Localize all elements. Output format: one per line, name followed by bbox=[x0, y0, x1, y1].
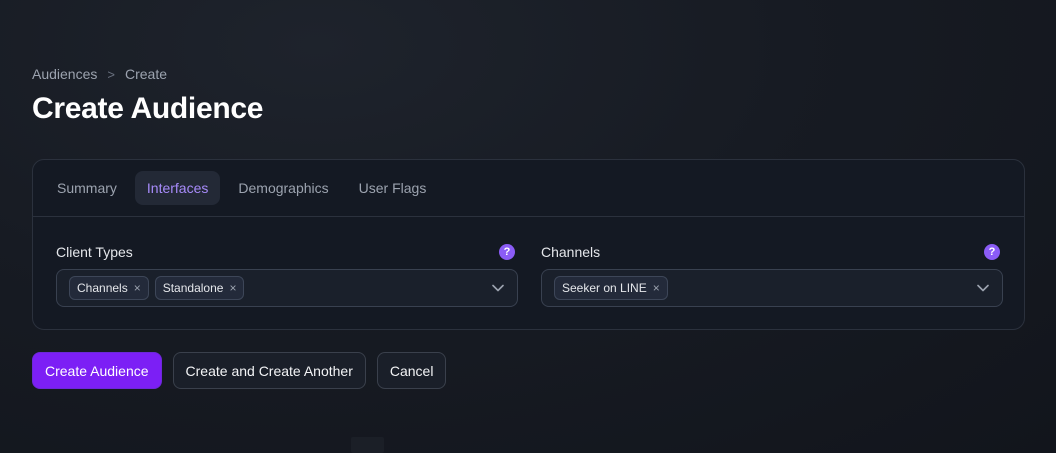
client-types-field: Client Types ? Channels × Standalone × bbox=[56, 244, 518, 307]
tab-user-flags[interactable]: User Flags bbox=[347, 171, 439, 205]
page-title: Create Audience bbox=[32, 92, 264, 125]
chip-label: Seeker on LINE bbox=[562, 281, 647, 295]
breadcrumb-separator-icon: > bbox=[107, 66, 115, 82]
background-decoration bbox=[351, 437, 384, 453]
breadcrumb: Audiences > Create bbox=[32, 66, 167, 82]
channels-select[interactable]: Seeker on LINE × bbox=[541, 269, 1003, 307]
client-types-label: Client Types bbox=[56, 244, 133, 260]
chevron-down-icon[interactable] bbox=[491, 281, 505, 295]
chip-label: Standalone bbox=[162, 281, 224, 295]
remove-chip-icon[interactable]: × bbox=[229, 282, 236, 294]
help-icon[interactable]: ? bbox=[984, 244, 1000, 260]
create-audience-button[interactable]: Create Audience bbox=[32, 352, 162, 389]
form-actions: Create Audience Create and Create Anothe… bbox=[32, 352, 447, 389]
chip-channels: Channels × bbox=[69, 276, 149, 300]
create-and-create-another-button[interactable]: Create and Create Another bbox=[172, 352, 366, 389]
remove-chip-icon[interactable]: × bbox=[134, 282, 141, 294]
chip-label: Channels bbox=[77, 281, 128, 295]
breadcrumb-current: Create bbox=[124, 66, 168, 82]
fields-row: Client Types ? Channels × Standalone × C… bbox=[56, 244, 1003, 307]
channels-label: Channels bbox=[541, 244, 601, 260]
form-card: Summary Interfaces Demographics User Fla… bbox=[32, 159, 1025, 330]
client-types-chips: Channels × Standalone × bbox=[69, 276, 491, 300]
chip-seeker-on-line: Seeker on LINE × bbox=[554, 276, 668, 300]
client-types-select[interactable]: Channels × Standalone × bbox=[56, 269, 518, 307]
chevron-down-icon[interactable] bbox=[976, 281, 990, 295]
tab-interfaces[interactable]: Interfaces bbox=[134, 171, 221, 205]
cancel-button[interactable]: Cancel bbox=[376, 352, 447, 389]
channels-chips: Seeker on LINE × bbox=[554, 276, 976, 300]
remove-chip-icon[interactable]: × bbox=[653, 282, 660, 294]
tab-summary[interactable]: Summary bbox=[45, 171, 129, 205]
help-icon[interactable]: ? bbox=[499, 244, 515, 260]
tab-demographics[interactable]: Demographics bbox=[226, 171, 340, 205]
breadcrumb-audiences-link[interactable]: Audiences bbox=[32, 66, 97, 82]
tab-bar: Summary Interfaces Demographics User Fla… bbox=[33, 160, 1024, 217]
chip-standalone: Standalone × bbox=[154, 276, 245, 300]
channels-field: Channels ? Seeker on LINE × bbox=[541, 244, 1003, 307]
